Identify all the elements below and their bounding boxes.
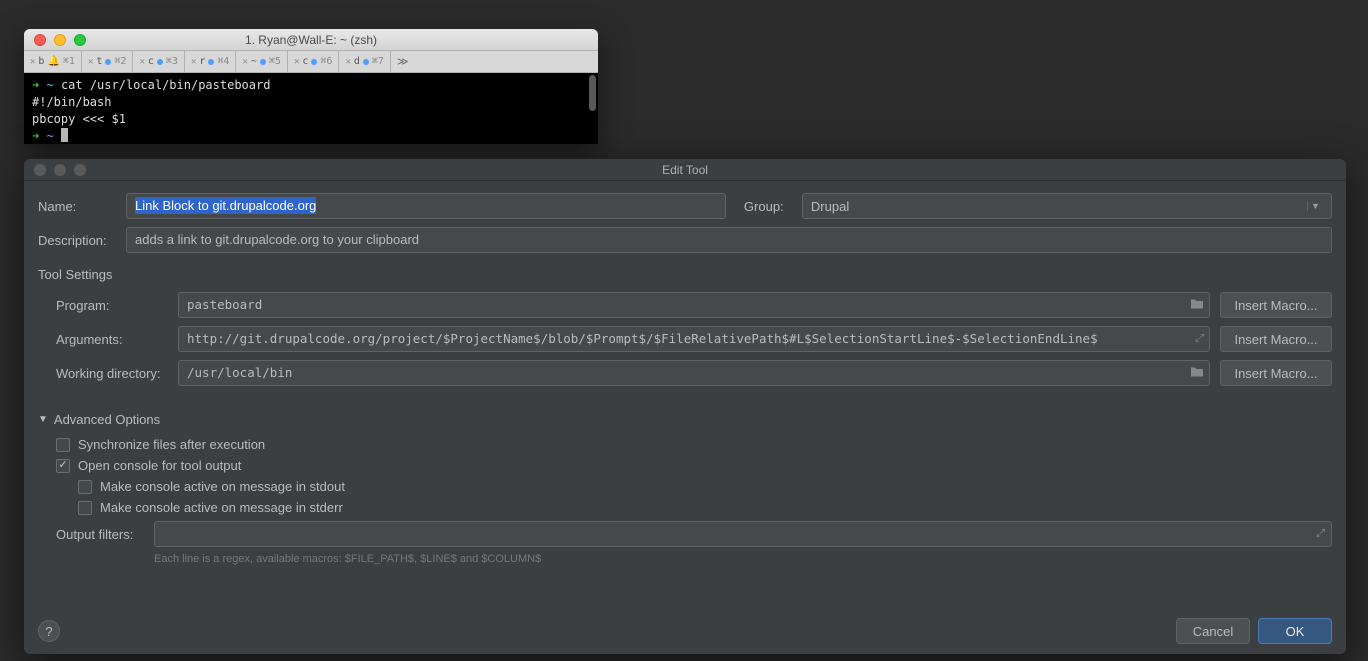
triangle-down-icon: ▼ — [38, 414, 48, 425]
terminal-scrollbar[interactable] — [589, 75, 596, 111]
terminal-tab-shortcut: ⌘3 — [166, 56, 178, 67]
close-icon[interactable]: ✕ — [294, 57, 299, 67]
bell-icon: 🔔 — [47, 56, 59, 67]
program-label: Program: — [56, 298, 168, 313]
terminal-tab[interactable]: ✕ t ⌘2 — [82, 51, 134, 72]
close-icon[interactable]: ✕ — [191, 57, 196, 67]
status-dot-icon — [311, 59, 317, 65]
group-select[interactable]: Drupal ▼ — [802, 193, 1332, 219]
terminal-tab-bar: ✕ b 🔔 ⌘1✕ t ⌘2✕ c ⌘3✕ r ⌘4✕ ~ ⌘5✕ c ⌘6✕ … — [24, 51, 598, 73]
minimize-window-button[interactable] — [54, 34, 66, 46]
status-dot-icon — [157, 59, 163, 65]
terminal-tab-shortcut: ⌘6 — [320, 56, 332, 67]
open-console-checkbox[interactable] — [56, 459, 70, 473]
expand-icon[interactable]: ⤢ — [1316, 528, 1325, 541]
terminal-title: 1. Ryan@Wall-E: ~ (zsh) — [24, 33, 598, 47]
group-select-value: Drupal — [811, 199, 849, 214]
terminal-tab-letter: r — [199, 56, 205, 67]
group-label: Group: — [744, 199, 792, 214]
zoom-window-button[interactable] — [74, 34, 86, 46]
folder-icon[interactable] — [1190, 298, 1204, 313]
chevron-down-icon: ▼ — [1307, 201, 1323, 211]
dialog-titlebar[interactable]: Edit Tool — [24, 159, 1346, 181]
synchronize-label: Synchronize files after execution — [78, 437, 265, 452]
status-dot-icon — [260, 59, 266, 65]
terminal-tab-shortcut: ⌘7 — [372, 56, 384, 67]
help-button[interactable]: ? — [38, 620, 60, 642]
name-label: Name: — [38, 199, 116, 214]
terminal-tab-letter: d — [354, 56, 360, 67]
arguments-input[interactable]: http://git.drupalcode.org/project/$Proje… — [178, 326, 1210, 352]
close-icon[interactable]: ✕ — [139, 57, 144, 67]
terminal-tab-letter: t — [96, 56, 102, 67]
edit-tool-dialog: Edit Tool Name: Link Block to git.drupal… — [24, 159, 1346, 654]
output-filters-label: Output filters: — [56, 527, 144, 542]
insert-macro-arguments-button[interactable]: Insert Macro... — [1220, 326, 1332, 352]
description-input[interactable]: adds a link to git.drupalcode.org to you… — [126, 227, 1332, 253]
working-directory-input[interactable]: /usr/local/bin — [178, 360, 1210, 386]
status-dot-icon — [105, 59, 111, 65]
dialog-minimize-button[interactable] — [54, 164, 66, 176]
close-icon[interactable]: ✕ — [345, 57, 350, 67]
output-filters-input[interactable]: ⤢ — [154, 521, 1332, 547]
terminal-tab[interactable]: ✕ c ⌘3 — [133, 51, 185, 72]
close-icon[interactable]: ✕ — [30, 57, 35, 67]
terminal-cursor — [61, 128, 68, 142]
terminal-tab-shortcut: ⌘2 — [114, 56, 126, 67]
stderr-active-label: Make console active on message in stderr — [100, 500, 343, 515]
close-icon[interactable]: ✕ — [242, 57, 247, 67]
terminal-tab[interactable]: ✕ c ⌘6 — [288, 51, 340, 72]
terminal-tab-shortcut: ⌘5 — [269, 56, 281, 67]
synchronize-checkbox[interactable] — [56, 438, 70, 452]
close-icon[interactable]: ✕ — [88, 57, 93, 67]
terminal-tab-shortcut: ⌘4 — [217, 56, 229, 67]
stdout-active-checkbox[interactable] — [78, 480, 92, 494]
dialog-footer: ? Cancel OK — [24, 608, 1346, 654]
dialog-traffic-lights — [24, 164, 86, 176]
terminal-tab[interactable]: ✕ r ⌘4 — [185, 51, 237, 72]
advanced-options-toggle[interactable]: ▼ Advanced Options — [38, 412, 1332, 427]
dialog-zoom-button[interactable] — [74, 164, 86, 176]
dialog-close-button[interactable] — [34, 164, 46, 176]
open-console-label: Open console for tool output — [78, 458, 241, 473]
dialog-body: Name: Link Block to git.drupalcode.org G… — [24, 181, 1346, 608]
close-window-button[interactable] — [34, 34, 46, 46]
advanced-options-label: Advanced Options — [54, 412, 160, 427]
terminal-titlebar[interactable]: 1. Ryan@Wall-E: ~ (zsh) — [24, 29, 598, 51]
terminal-line: ➜ ~ cat /usr/local/bin/pasteboard — [32, 77, 590, 94]
cancel-button[interactable]: Cancel — [1176, 618, 1250, 644]
terminal-tab-shortcut: ⌘1 — [63, 56, 75, 67]
terminal-body[interactable]: ➜ ~ cat /usr/local/bin/pasteboard #!/bin… — [24, 73, 598, 144]
terminal-tabs-overflow[interactable]: ≫ — [391, 55, 415, 68]
terminal-line: ➜ ~ — [32, 128, 590, 144]
folder-icon[interactable] — [1190, 366, 1204, 381]
arguments-label: Arguments: — [56, 332, 168, 347]
name-input[interactable]: Link Block to git.drupalcode.org — [126, 193, 726, 219]
description-label: Description: — [38, 233, 116, 248]
terminal-line: pbcopy <<< $1 — [32, 111, 590, 128]
status-dot-icon — [208, 59, 214, 65]
expand-icon[interactable]: ⤢ — [1195, 333, 1204, 346]
terminal-window: 1. Ryan@Wall-E: ~ (zsh) ✕ b 🔔 ⌘1✕ t ⌘2✕ … — [24, 29, 598, 144]
terminal-tab-letter: ~ — [251, 56, 257, 67]
ok-button[interactable]: OK — [1258, 618, 1332, 644]
insert-macro-workingdir-button[interactable]: Insert Macro... — [1220, 360, 1332, 386]
terminal-line: #!/bin/bash — [32, 94, 590, 111]
working-directory-label: Working directory: — [56, 366, 168, 381]
output-filters-hint: Each line is a regex, available macros: … — [154, 553, 1332, 565]
stderr-active-checkbox[interactable] — [78, 501, 92, 515]
terminal-tab[interactable]: ✕ d ⌘7 — [339, 51, 391, 72]
tool-settings-heading: Tool Settings — [38, 267, 1332, 282]
status-dot-icon — [363, 59, 369, 65]
program-input[interactable]: pasteboard — [178, 292, 1210, 318]
terminal-tab[interactable]: ✕ ~ ⌘5 — [236, 51, 288, 72]
terminal-tab-letter: c — [148, 56, 154, 67]
dialog-title: Edit Tool — [24, 163, 1346, 177]
traffic-lights — [24, 34, 86, 46]
insert-macro-program-button[interactable]: Insert Macro... — [1220, 292, 1332, 318]
terminal-tab-letter: b — [38, 56, 44, 67]
terminal-tab[interactable]: ✕ b 🔔 ⌘1 — [24, 51, 82, 72]
terminal-tab-letter: c — [302, 56, 308, 67]
stdout-active-label: Make console active on message in stdout — [100, 479, 345, 494]
